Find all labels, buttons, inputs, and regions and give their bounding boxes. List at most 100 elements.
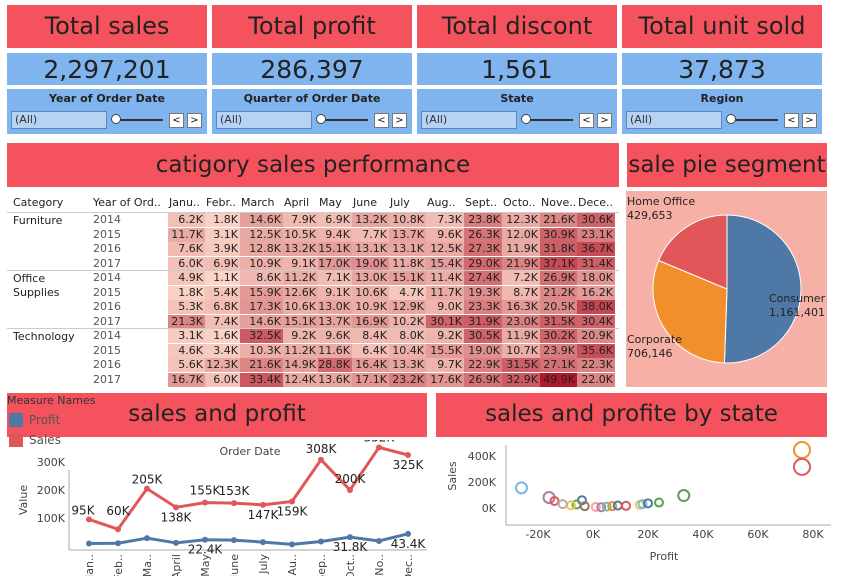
heatmap-cell[interactable]: 11.9K xyxy=(502,329,540,343)
heatmap-cell[interactable]: 12.9K xyxy=(389,300,426,314)
heatmap-cell[interactable]: 27.4K xyxy=(464,271,502,285)
line-point-profit[interactable] xyxy=(376,537,382,544)
scatter-point[interactable] xyxy=(557,499,568,510)
heatmap-cell[interactable]: 9.2K xyxy=(283,329,318,343)
heatmap-cell[interactable]: 11.7K xyxy=(426,285,464,300)
heatmap-cell[interactable]: 33.4K xyxy=(240,372,283,387)
heatmap-cell[interactable]: 9.2K xyxy=(426,329,464,343)
line-point-profit[interactable] xyxy=(144,535,150,542)
heatmap-cell[interactable]: 8.0K xyxy=(389,329,426,343)
heatmap-cell[interactable]: 6.4K xyxy=(352,343,389,358)
heatmap-cell[interactable]: 10.2K xyxy=(389,314,426,329)
heatmap-cell[interactable]: 31.4K xyxy=(577,256,615,271)
heatmap-cell[interactable]: 12.5K xyxy=(240,227,283,242)
heatmap-cell[interactable]: 23.9K xyxy=(540,343,577,358)
heatmap-cell[interactable]: 11.9K xyxy=(502,242,540,256)
heatmap-cell[interactable]: 13.2K xyxy=(283,242,318,256)
heatmap-cell[interactable]: 9.1K xyxy=(283,256,318,271)
line-point-profit[interactable] xyxy=(115,540,121,547)
heatmap-cell[interactable]: 10.7K xyxy=(502,343,540,358)
filter-prev-button[interactable]: < xyxy=(169,113,184,128)
heatmap-cell[interactable]: 13.0K xyxy=(352,271,389,285)
heatmap-cell[interactable]: 19.3K xyxy=(464,285,502,300)
line-point-sales[interactable] xyxy=(347,487,353,493)
heatmap-cell[interactable]: 7.4K xyxy=(205,314,240,329)
heatmap-cell[interactable]: 10.9K xyxy=(352,300,389,314)
filter-slider-handle[interactable] xyxy=(521,114,531,124)
heatmap-cell[interactable]: 12.5K xyxy=(426,242,464,256)
scatter-point[interactable] xyxy=(793,457,811,476)
pie-slice-consumer[interactable] xyxy=(723,214,802,364)
heatmap-cell[interactable]: 7.7K xyxy=(352,227,389,242)
heatmap-cell[interactable]: 9.4K xyxy=(318,227,352,242)
heatmap-cell[interactable]: 18.0K xyxy=(577,271,615,285)
filter-select[interactable]: (All) xyxy=(216,111,312,129)
heatmap-cell[interactable]: 16.7K xyxy=(168,372,205,387)
line-point-profit[interactable] xyxy=(173,539,179,546)
heatmap-cell[interactable]: 3.1K xyxy=(205,227,240,242)
heatmap-cell[interactable]: 21.3K xyxy=(168,314,205,329)
heatmap-cell[interactable]: 26.9K xyxy=(540,271,577,285)
heatmap-cell[interactable]: 1.8K xyxy=(205,213,240,227)
heatmap-cell[interactable]: 9.1K xyxy=(318,285,352,300)
heatmap-cell[interactable]: 30.4K xyxy=(577,314,615,329)
heatmap-cell[interactable]: 10.4K xyxy=(389,343,426,358)
line-point-profit[interactable] xyxy=(318,538,324,545)
filter-select[interactable]: (All) xyxy=(11,111,107,129)
heatmap-cell[interactable]: 30.9K xyxy=(540,227,577,242)
heatmap-cell[interactable]: 15.1K xyxy=(283,314,318,329)
heatmap-cell[interactable]: 29.0K xyxy=(464,256,502,271)
heatmap-cell[interactable]: 16.2K xyxy=(577,285,615,300)
heatmap-cell[interactable]: 9.7K xyxy=(426,358,464,372)
heatmap-cell[interactable]: 13.1K xyxy=(352,242,389,256)
filter-select[interactable]: (All) xyxy=(421,111,517,129)
heatmap-cell[interactable]: 49.9K xyxy=(540,372,577,387)
heatmap-cell[interactable]: 12.0K xyxy=(502,227,540,242)
heatmap-cell[interactable]: 10.9K xyxy=(240,256,283,271)
heatmap-cell[interactable]: 6.2K xyxy=(168,213,205,227)
filter-select[interactable]: (All) xyxy=(626,111,722,129)
heatmap-cell[interactable]: 31.5K xyxy=(540,314,577,329)
heatmap-cell[interactable]: 11.2K xyxy=(283,343,318,358)
heatmap-cell[interactable]: 3.9K xyxy=(205,242,240,256)
line-point-profit[interactable] xyxy=(289,541,295,548)
filter-prev-button[interactable]: < xyxy=(579,113,594,128)
heatmap-cell[interactable]: 20.9K xyxy=(577,329,615,343)
heatmap-cell[interactable]: 23.0K xyxy=(502,314,540,329)
heatmap-cell[interactable]: 12.8K xyxy=(240,242,283,256)
scatter-point[interactable] xyxy=(621,500,631,511)
heatmap-cell[interactable]: 13.7K xyxy=(318,314,352,329)
filter-next-button[interactable]: > xyxy=(187,113,202,128)
heatmap-cell[interactable]: 12.3K xyxy=(205,358,240,372)
heatmap-cell[interactable]: 13.6K xyxy=(318,372,352,387)
heatmap-cell[interactable]: 16.9K xyxy=(352,314,389,329)
heatmap-cell[interactable]: 7.6K xyxy=(168,242,205,256)
heatmap-cell[interactable]: 31.8K xyxy=(540,242,577,256)
heatmap-cell[interactable]: 1.1K xyxy=(205,271,240,285)
heatmap-cell[interactable]: 11.6K xyxy=(318,343,352,358)
heatmap-cell[interactable]: 10.6K xyxy=(352,285,389,300)
heatmap-cell[interactable]: 38.0K xyxy=(577,300,615,314)
heatmap-cell[interactable]: 28.8K xyxy=(318,358,352,372)
heatmap-cell[interactable]: 31.9K xyxy=(464,314,502,329)
heatmap-cell[interactable]: 23.1K xyxy=(577,227,615,242)
heatmap-cell[interactable]: 11.4K xyxy=(426,271,464,285)
scatter-point[interactable] xyxy=(643,498,653,509)
heatmap-cell[interactable]: 19.0K xyxy=(464,343,502,358)
filter-next-button[interactable]: > xyxy=(802,113,817,128)
heatmap-cell[interactable]: 7.3K xyxy=(426,213,464,227)
heatmap-cell[interactable]: 5.4K xyxy=(205,285,240,300)
filter-slider-handle[interactable] xyxy=(316,114,326,124)
filter-prev-button[interactable]: < xyxy=(784,113,799,128)
heatmap-cell[interactable]: 17.3K xyxy=(240,300,283,314)
heatmap-cell[interactable]: 15.1K xyxy=(318,242,352,256)
line-point-profit[interactable] xyxy=(260,539,266,546)
heatmap-cell[interactable]: 26.9K xyxy=(464,372,502,387)
heatmap-cell[interactable]: 17.1K xyxy=(352,372,389,387)
heatmap-cell[interactable]: 16.4K xyxy=(352,358,389,372)
heatmap-cell[interactable]: 21.9K xyxy=(502,256,540,271)
line-point-sales[interactable] xyxy=(231,500,237,507)
heatmap-cell[interactable]: 9.6K xyxy=(426,227,464,242)
heatmap-cell[interactable]: 9.0K xyxy=(426,300,464,314)
heatmap-cell[interactable]: 36.7K xyxy=(577,242,615,256)
